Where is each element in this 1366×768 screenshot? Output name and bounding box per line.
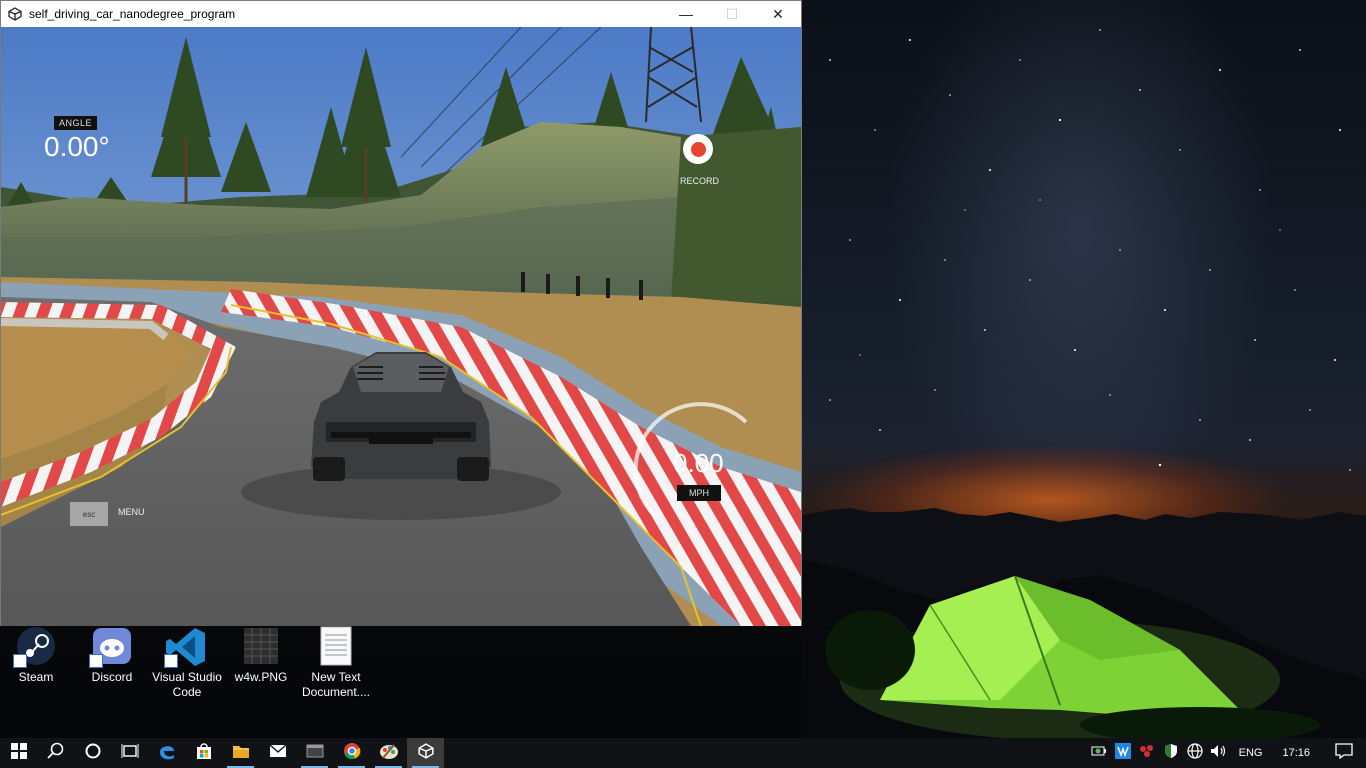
driving-scene [1,27,801,626]
paint-icon [379,742,399,765]
taskbar-mail[interactable] [259,738,296,768]
desktop-icon-steam[interactable]: Steam [0,626,72,685]
chrome-icon [343,742,361,765]
shortcut-arrow-icon [89,654,103,668]
taskbar-edge[interactable] [148,738,185,768]
desktop-icon-label: Discord [91,670,133,684]
store-icon [195,742,213,765]
action-center-button[interactable] [1322,738,1366,768]
tray-app-icon [1114,742,1131,764]
tray-people[interactable] [1135,738,1159,768]
maximize-button[interactable]: ☐ [709,1,755,27]
menu-label: MENU [118,507,145,517]
speed-value: 0.00 [673,448,724,478]
people-icon [1138,744,1156,763]
taskbar-paint[interactable] [370,738,407,768]
discord-icon [89,626,135,668]
window-title: self_driving_car_nanodegree_program [29,7,236,21]
game-viewport[interactable]: ANGLE 0.00° RECORD 0.00 MPH esc MENU [1,27,801,626]
volume-icon [1210,744,1228,763]
task-view-icon [121,743,139,764]
esc-key-label: esc [82,509,96,519]
close-icon: ✕ [772,5,784,22]
start-icon [10,742,27,764]
taskbar-file-explorer[interactable] [222,738,259,768]
angle-value: 0.00° [44,131,110,162]
search-button[interactable] [37,738,74,768]
desktop-icon-label: Visual Studio Code [152,670,222,699]
notification-icon [1335,742,1353,764]
tray-volume[interactable] [1207,738,1231,768]
speed-unit-label: MPH [677,485,721,501]
cortana-icon [84,742,102,765]
taskbar-unity[interactable] [407,738,444,768]
desktop-icon-discord[interactable]: Discord [76,626,148,685]
terminal-icon [306,744,324,763]
close-button[interactable]: ✕ [755,1,801,27]
record-icon [690,141,706,157]
esc-menu-button[interactable]: esc [70,502,108,526]
steam-icon [13,626,59,668]
minimize-button[interactable]: — [663,1,709,27]
image-file-icon [238,626,284,668]
tray-defender[interactable] [1159,738,1183,768]
battery-saver-icon [1091,744,1107,762]
task-view-button[interactable] [111,738,148,768]
taskbar-chrome[interactable] [333,738,370,768]
shortcut-arrow-icon [164,654,178,668]
record-label: RECORD [680,176,720,186]
taskbar-terminal[interactable] [296,738,333,768]
desktop-icon-label: New Text Document.... [301,670,371,699]
tray-battery-saver[interactable] [1087,738,1111,768]
record-button[interactable] [683,134,713,164]
mail-icon [269,743,287,763]
vscode-icon [164,626,210,668]
minimize-icon: — [679,6,693,22]
desktop-icon-new-text-document[interactable]: New Text Document.... [300,626,372,700]
window-titlebar[interactable]: self_driving_car_nanodegree_program — ☐ … [1,1,801,27]
search-icon [46,742,65,765]
desktop-icon-vscode[interactable]: Visual Studio Code [151,626,223,700]
unity-icon [7,6,23,22]
desktop-icon-w4w-png[interactable]: w4w.PNG [225,626,297,685]
tray-app[interactable] [1111,738,1135,768]
angle-label: ANGLE [54,116,98,130]
cortana-button[interactable] [74,738,111,768]
maximize-icon: ☐ [725,5,739,22]
unity-icon [417,742,434,764]
start-button[interactable] [0,738,37,768]
desktop-icon-label: w4w.PNG [234,670,288,684]
language-indicator[interactable]: ENG [1231,747,1271,759]
desktop-icon-label: Steam [18,670,54,684]
clock[interactable]: 17:16 [1270,747,1322,759]
tray-network[interactable] [1183,738,1207,768]
shortcut-arrow-icon [13,654,27,668]
taskbar: ENG 17:16 [0,738,1366,768]
network-icon [1187,742,1203,764]
edge-icon [158,742,176,765]
game-window[interactable]: self_driving_car_nanodegree_program — ☐ … [0,0,802,626]
taskbar-store[interactable] [185,738,222,768]
file-explorer-icon [232,743,250,764]
system-tray: ENG 17:16 [1087,738,1366,768]
defender-icon [1164,743,1178,764]
text-file-icon [313,626,359,668]
